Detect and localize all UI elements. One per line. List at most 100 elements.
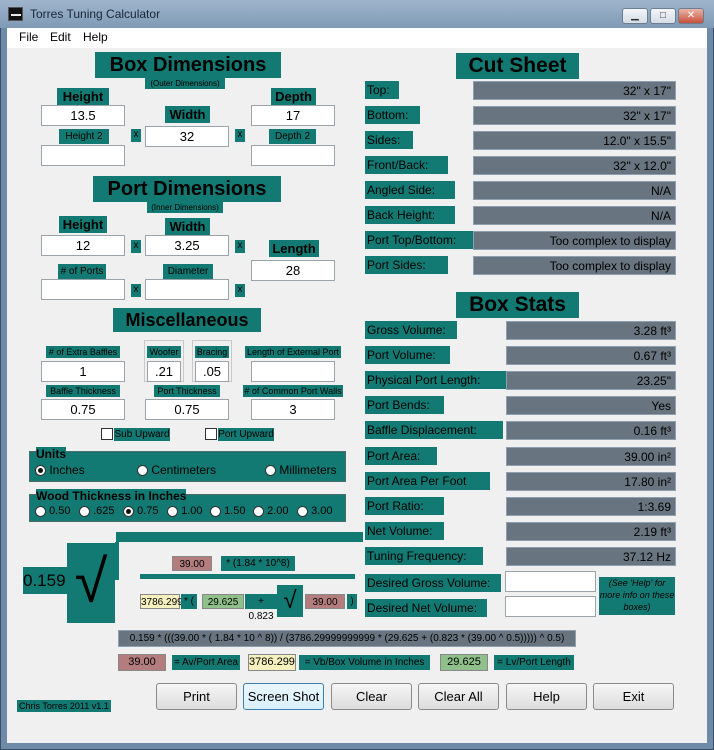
formula-plus: + 0.823 — [245, 594, 277, 622]
box-stat-value: 0.67 ft³ — [506, 346, 676, 366]
box-stat-value: 37.12 Hz — [506, 546, 676, 566]
box-stat-label: Baffle Displacement: — [365, 421, 503, 440]
port-upward-label: Port Upward — [218, 428, 274, 441]
desired-gross-input[interactable] — [505, 571, 596, 592]
wood-option-200[interactable]: 2.00 — [253, 505, 288, 517]
box-depth-input[interactable]: 17 — [251, 105, 335, 126]
maximize-button[interactable]: □ — [650, 8, 676, 24]
sub-upward-checkbox[interactable] — [101, 428, 113, 440]
radio-icon[interactable] — [167, 505, 178, 517]
ext-port-label: Length of External Port — [245, 346, 341, 358]
radio-icon[interactable] — [123, 505, 134, 517]
box-stat-value: 17.80 in² — [506, 471, 676, 491]
num-ports-label: # of Ports — [58, 264, 106, 279]
legend-av-value: 39.00 — [118, 654, 166, 671]
wood-option-label: 0.75 — [137, 505, 159, 517]
menu-help[interactable]: Help — [83, 30, 108, 44]
wood-option-150[interactable]: 1.50 — [210, 505, 245, 517]
sub-upward-label: Sub Upward — [114, 428, 170, 441]
formula-close-paren: ) — [347, 594, 357, 609]
port-width-label: Width — [165, 218, 210, 235]
woofer-input[interactable]: .21 — [147, 361, 181, 382]
screen-shot-button[interactable]: Screen Shot — [243, 683, 324, 710]
radio-icon[interactable] — [253, 505, 264, 517]
units-option-label: Inches — [49, 463, 85, 477]
wood-option-300[interactable]: 3.00 — [297, 505, 332, 517]
legend-vb-value: 3786.299 — [248, 654, 296, 671]
box-stat-label: Gross Volume: — [365, 321, 457, 339]
print-button[interactable]: Print — [156, 683, 237, 710]
height2-input[interactable] — [41, 145, 125, 166]
box-stat-label: Tuning Frequency: — [365, 546, 484, 565]
diameter-label: Diameter — [163, 264, 213, 279]
common-walls-label: # of Common Port Walls — [243, 385, 343, 397]
box-stat-label: Net Volume: — [365, 521, 444, 540]
port-thickness-label: Port Thickness — [154, 385, 220, 397]
wood-option-0625[interactable]: .625 — [79, 505, 114, 517]
units-centimeters-option[interactable]: Centimeters — [137, 463, 216, 477]
common-walls-input[interactable]: 3 — [251, 399, 335, 420]
wood-option-100[interactable]: 1.00 — [167, 505, 202, 517]
minimize-button[interactable]: ▁ — [622, 8, 648, 24]
cut-sheet-value: N/A — [473, 181, 676, 200]
box-stats-title: Box Stats — [456, 292, 579, 318]
radio-icon[interactable] — [35, 465, 46, 477]
desired-net-label: Desired Net Volume: — [365, 599, 487, 617]
port-height-input[interactable]: 12 — [41, 235, 125, 256]
radio-icon[interactable] — [210, 505, 221, 517]
formula-multiply: * ( — [181, 594, 197, 609]
misc-title: Miscellaneous — [113, 308, 261, 332]
clear-all-button[interactable]: Clear All — [418, 683, 499, 710]
clear-button[interactable]: Clear — [331, 683, 412, 710]
wood-option-label: 2.00 — [267, 505, 289, 517]
ext-port-input[interactable] — [251, 361, 335, 382]
box-width-input[interactable]: 32 — [145, 126, 229, 147]
cut-sheet-label: Sides: — [365, 131, 413, 149]
box-stat-label: Port Volume: — [365, 346, 451, 365]
bracing-input[interactable]: .05 — [195, 361, 229, 382]
help-button[interactable]: Help — [506, 683, 587, 710]
wood-option-label: 1.50 — [224, 505, 246, 517]
inner-dimensions-note: (Inner Dimensions) — [147, 202, 223, 213]
times-sign: x — [235, 240, 245, 253]
cut-sheet-label: Port Sides: — [365, 256, 448, 274]
menu-file[interactable]: File — [19, 30, 38, 44]
num-ports-input[interactable] — [41, 279, 125, 300]
cut-sheet-value: 32" x 12.0" — [473, 156, 676, 175]
times-sign: x — [235, 129, 245, 142]
box-height-input[interactable]: 13.5 — [41, 105, 125, 126]
cut-sheet-label: Bottom: — [365, 106, 420, 124]
baffle-thickness-input[interactable]: 0.75 — [41, 399, 125, 420]
depth2-label: Depth 2 — [269, 129, 316, 144]
menu-bar — [7, 28, 707, 48]
exit-button[interactable]: Exit — [593, 683, 674, 710]
units-millimeters-option[interactable]: Millimeters — [265, 463, 337, 477]
desired-net-input[interactable] — [505, 596, 596, 617]
formula-av: 39.00 — [172, 556, 212, 571]
times-sign: x — [131, 284, 141, 297]
wood-option-075[interactable]: 0.75 — [123, 505, 158, 517]
radio-icon[interactable] — [79, 505, 90, 517]
radio-icon[interactable] — [297, 505, 308, 517]
close-button[interactable]: ✕ — [678, 8, 704, 24]
cut-sheet-value: Too complex to display — [473, 256, 676, 275]
wood-option-050[interactable]: 0.50 — [35, 505, 70, 517]
port-thickness-input[interactable]: 0.75 — [145, 399, 229, 420]
sqrt-icon: √ — [67, 543, 115, 623]
cut-sheet-label: Port Top/Bottom: — [365, 231, 483, 249]
extra-baffles-input[interactable]: 1 — [41, 361, 125, 382]
radio-icon[interactable] — [265, 465, 276, 477]
help-note: (See 'Help' for more info on these boxes… — [599, 577, 675, 615]
diameter-input[interactable] — [145, 279, 229, 300]
height2-label: Height 2 — [59, 129, 109, 144]
units-inches-option[interactable]: Inches — [35, 463, 85, 477]
menu-edit[interactable]: Edit — [50, 30, 71, 44]
depth2-input[interactable] — [251, 145, 335, 166]
window-title: Torres Tuning Calculator — [30, 7, 161, 21]
port-upward-checkbox[interactable] — [205, 428, 217, 440]
box-stat-label: Port Ratio: — [365, 496, 444, 515]
radio-icon[interactable] — [137, 465, 148, 477]
port-width-input[interactable]: 3.25 — [145, 235, 229, 256]
port-length-input[interactable]: 28 — [251, 260, 335, 281]
radio-icon[interactable] — [35, 505, 46, 517]
